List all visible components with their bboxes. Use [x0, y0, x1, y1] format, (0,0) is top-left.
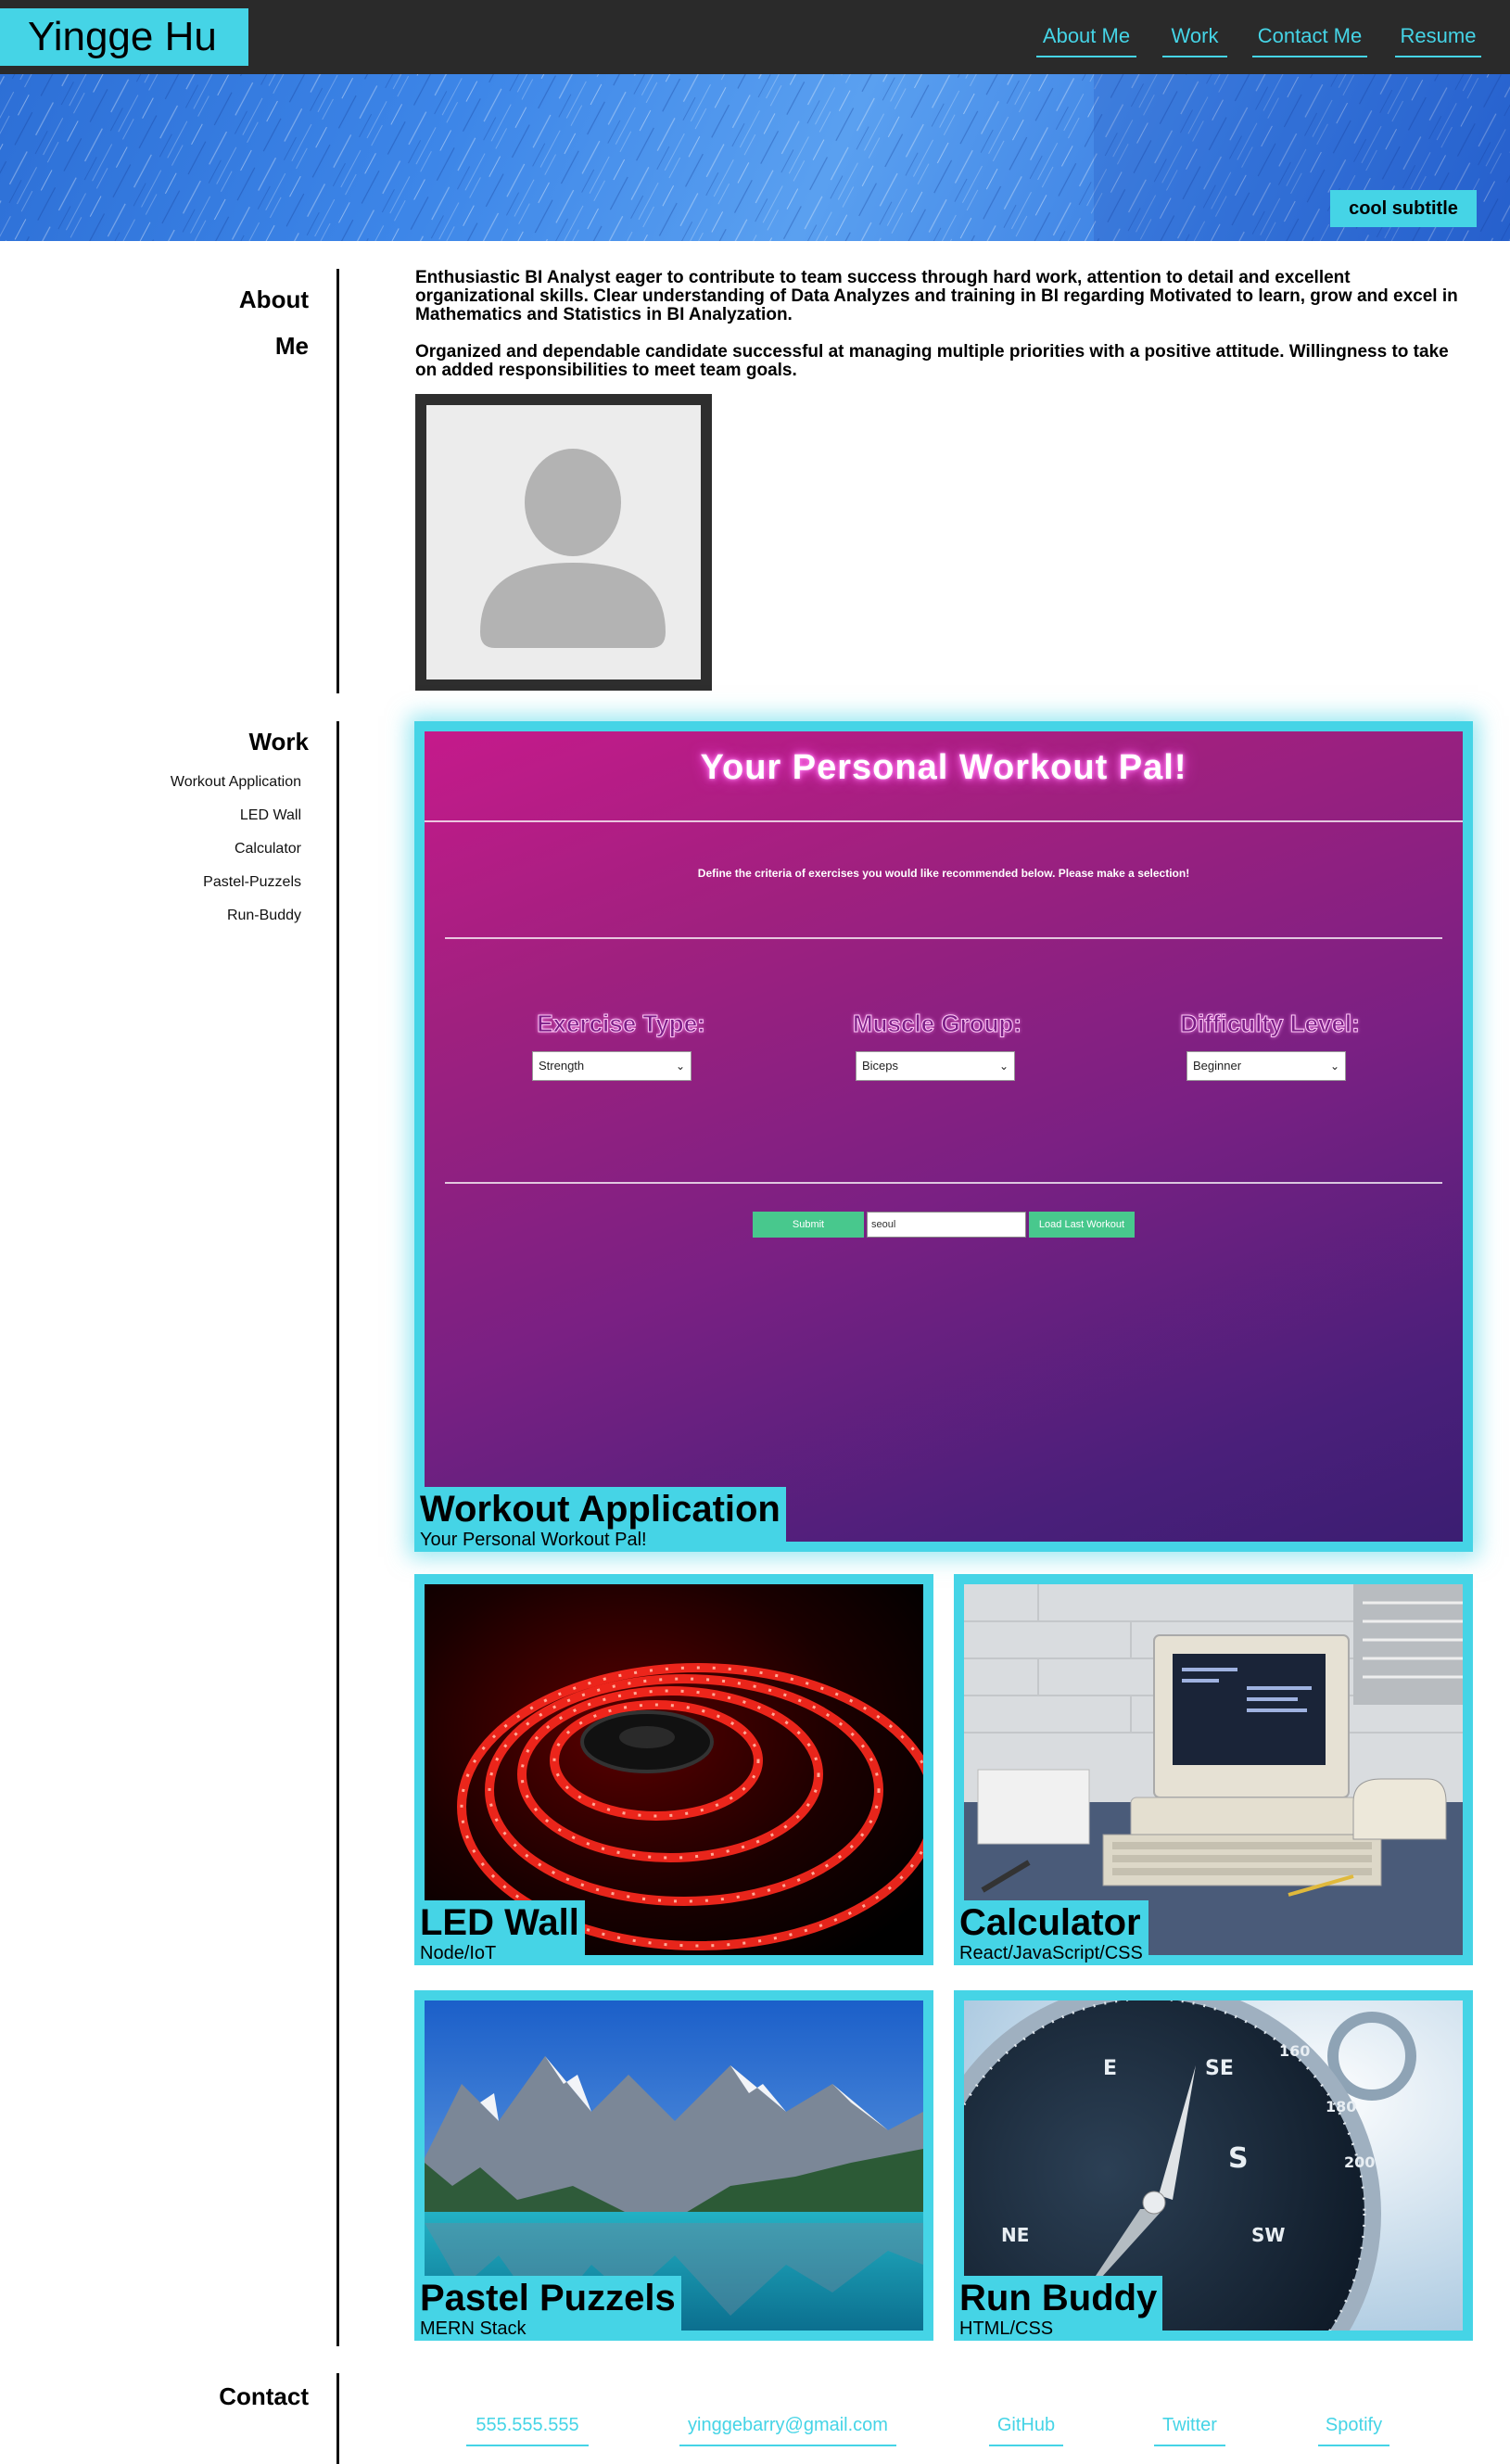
project-card-workout-application[interactable]: Your Personal Workout Pal! Define the cr… [414, 721, 1473, 1552]
contact-divider [336, 2373, 339, 2464]
about-paragraph-2: Organized and dependable candidate succe… [415, 342, 1449, 380]
hero-banner [0, 74, 1510, 241]
project-caption: LED Wall Node/IoT [414, 1900, 585, 1965]
project-title: Calculator [959, 1902, 1141, 1943]
project-title: Workout Application [420, 1489, 780, 1530]
svg-text:160: 160 [1279, 2042, 1310, 2060]
muscle-group-select[interactable]: Biceps ⌄ [856, 1051, 1015, 1081]
contact-phone-link[interactable]: 555.555.555 [466, 2411, 589, 2446]
about-title-line1: About [238, 286, 309, 313]
work-link-led-wall[interactable]: LED Wall [139, 807, 301, 824]
muscle-group-label: Muscle Group: [852, 1010, 1021, 1038]
work-divider [336, 721, 339, 2346]
city-input[interactable]: seoul [867, 1212, 1026, 1238]
workout-app-description: Define the criteria of exercises you wou… [697, 867, 1190, 880]
nav-about-me[interactable]: About Me [1036, 22, 1136, 57]
difficulty-level-value: Beginner [1193, 1059, 1242, 1073]
project-title: LED Wall [420, 1902, 579, 1943]
exercise-type-value: Strength [539, 1059, 585, 1073]
about-paragraph-1: Enthusiastic BI Analyst eager to contrib… [415, 268, 1458, 324]
computer-illustration [964, 1584, 1463, 1955]
profile-avatar [415, 394, 712, 691]
workout-app-heading: Your Personal Workout Pal! [700, 748, 1187, 787]
work-link-pastel-puzzels[interactable]: Pastel-Puzzels [139, 874, 301, 891]
project-caption: Workout Application Your Personal Workou… [414, 1487, 786, 1552]
project-title: Pastel Puzzels [420, 2278, 676, 2318]
contact-github-link[interactable]: GitHub [989, 2411, 1063, 2446]
workout-app-screenshot: Your Personal Workout Pal! Define the cr… [425, 731, 1463, 1542]
hero-subtitle: cool subtitle [1330, 190, 1477, 227]
difficulty-level-select[interactable]: Beginner ⌄ [1186, 1051, 1346, 1081]
project-card-pastel-puzzels[interactable]: Pastel Puzzels MERN Stack [414, 1990, 933, 2341]
project-caption: Calculator React/JavaScript/CSS [954, 1900, 1148, 1965]
muscle-group-value: Biceps [862, 1059, 899, 1073]
divider [445, 1182, 1442, 1184]
svg-text:200: 200 [1344, 2153, 1375, 2171]
svg-text:E: E [1103, 2057, 1117, 2080]
contact-twitter-link[interactable]: Twitter [1154, 2411, 1225, 2446]
project-subtitle: HTML/CSS [959, 2318, 1054, 2339]
led-strip-image [425, 1584, 923, 1955]
load-last-workout-button[interactable]: Load Last Workout [1029, 1212, 1135, 1238]
project-card-calculator[interactable]: Calculator React/JavaScript/CSS [954, 1574, 1473, 1965]
difficulty-level-label: Difficulty Level: [1180, 1010, 1361, 1038]
about-title-line2: Me [274, 332, 309, 360]
project-card-led-wall[interactable]: LED Wall Node/IoT [414, 1574, 933, 1965]
svg-text:SE: SE [1205, 2057, 1234, 2080]
workout-app-background: Your Personal Workout Pal! Define the cr… [425, 731, 1463, 1542]
exercise-type-select[interactable]: Strength ⌄ [532, 1051, 692, 1081]
divider [445, 937, 1442, 939]
nav-contact-me[interactable]: Contact Me [1252, 22, 1367, 57]
svg-text:NE: NE [1001, 2224, 1029, 2246]
work-title: Work [248, 728, 309, 756]
project-subtitle: MERN Stack [420, 2318, 527, 2339]
about-title: About Me [185, 276, 309, 369]
contact-email-link[interactable]: yinggebarry@gmail.com [679, 2411, 896, 2446]
chevron-down-icon: ⌄ [675, 1060, 685, 1073]
svg-text:S: S [1228, 2142, 1249, 2175]
contact-spotify-link[interactable]: Spotify [1318, 2411, 1389, 2446]
project-caption: Run Buddy HTML/CSS [954, 2276, 1163, 2341]
site-name[interactable]: Yingge Hu [0, 8, 248, 66]
divider [425, 820, 1463, 822]
project-title: Run Buddy [959, 2278, 1158, 2318]
chevron-down-icon: ⌄ [1329, 1060, 1339, 1073]
rain-streaks-background [0, 74, 1510, 241]
project-subtitle: React/JavaScript/CSS [959, 1943, 1143, 1963]
exercise-type-label: Exercise Type: [537, 1010, 706, 1038]
work-link-calculator[interactable]: Calculator [139, 841, 301, 857]
submit-button[interactable]: Submit [753, 1212, 864, 1238]
retro-computer-image [964, 1584, 1463, 1955]
contact-title: Contact [219, 2382, 309, 2410]
nav-work[interactable]: Work [1162, 22, 1227, 57]
project-caption: Pastel Puzzels MERN Stack [414, 2276, 681, 2341]
work-link-run-buddy[interactable]: Run-Buddy [139, 908, 301, 924]
work-link-workout-application[interactable]: Workout Application [139, 774, 301, 791]
chevron-down-icon: ⌄ [998, 1060, 1009, 1073]
project-card-run-buddy[interactable]: E SE S NE SW 160 180 200 Run Buddy HTML/… [954, 1990, 1473, 2341]
about-divider [336, 269, 339, 693]
svg-text:SW: SW [1251, 2224, 1285, 2246]
project-subtitle: Your Personal Workout Pal! [420, 1530, 647, 1550]
project-subtitle: Node/IoT [420, 1943, 497, 1963]
led-strip-illustration [425, 1584, 923, 1955]
nav-resume[interactable]: Resume [1395, 22, 1481, 57]
user-silhouette-icon [426, 405, 701, 680]
svg-text:180: 180 [1326, 2098, 1356, 2115]
